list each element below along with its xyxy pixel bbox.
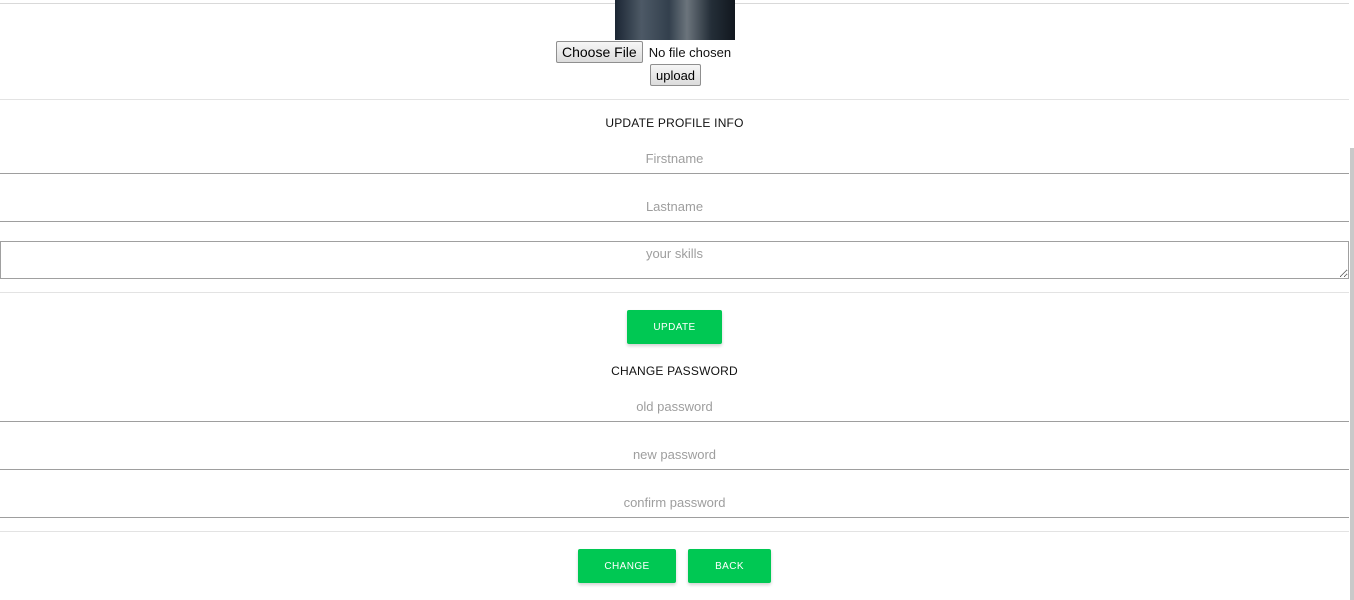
profile-photo [615,0,735,40]
old-password-input[interactable] [0,392,1349,422]
update-profile-title: UPDATE PROFILE INFO [605,116,744,130]
section-divider [0,99,1349,100]
skills-textarea[interactable] [0,241,1349,279]
scrollbar-thumb[interactable] [1350,148,1354,600]
section-divider [0,531,1349,532]
new-password-input[interactable] [0,440,1349,470]
section-divider [0,292,1349,293]
firstname-input[interactable] [0,144,1349,174]
back-button[interactable]: BACK [688,549,771,583]
file-picker: Choose File No file chosen [556,41,731,63]
change-button[interactable]: CHANGE [578,549,676,583]
update-button[interactable]: UPDATE [627,310,722,344]
change-password-title: CHANGE PASSWORD [611,364,738,378]
lastname-input[interactable] [0,192,1349,222]
choose-file-button[interactable]: Choose File [556,41,643,63]
confirm-password-input[interactable] [0,488,1349,518]
file-status-text: No file chosen [648,44,732,60]
upload-button[interactable]: upload [650,64,702,86]
